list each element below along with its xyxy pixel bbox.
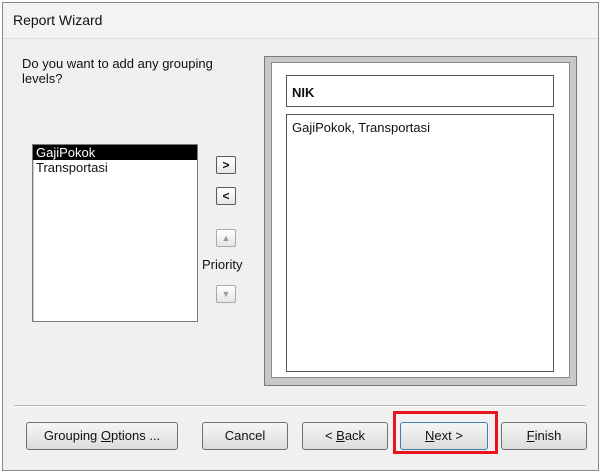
grouping-options-label-a: Grouping	[43, 428, 101, 443]
back-label-a: <	[324, 428, 337, 443]
next-button-highlight	[393, 411, 498, 454]
grouping-prompt: Do you want to add any grouping levels?	[22, 56, 213, 86]
grouping-options-mnemonic: O	[100, 428, 112, 443]
remove-grouping-button[interactable]: <	[216, 187, 236, 205]
field-item-gajipokok[interactable]: GajiPokok	[33, 145, 197, 160]
button-divider	[14, 405, 586, 407]
grouping-options-button[interactable]: Grouping Options ...	[26, 422, 178, 450]
cancel-button[interactable]: Cancel	[202, 422, 288, 450]
back-label-b: ack	[344, 428, 366, 443]
title-bar: Report Wizard	[3, 3, 598, 39]
group-header-box: NIK	[286, 75, 554, 107]
priority-up-icon[interactable]: ▲	[216, 229, 236, 247]
finish-mnemonic: F	[526, 428, 535, 443]
preview-page: NIK GajiPokok, Transportasi	[271, 62, 570, 378]
grouping-preview: NIK GajiPokok, Transportasi	[264, 56, 577, 386]
add-grouping-button[interactable]: >	[216, 156, 236, 174]
priority-label: Priority	[202, 257, 243, 272]
detail-fields-box: GajiPokok, Transportasi	[286, 114, 554, 372]
finish-button[interactable]: Finish	[501, 422, 587, 450]
cancel-label: Cancel	[224, 428, 266, 443]
finish-label-b: inish	[534, 428, 562, 443]
grouping-options-label-b: ptions ...	[111, 428, 161, 443]
back-button[interactable]: < Back	[302, 422, 388, 450]
priority-down-icon[interactable]: ▼	[216, 285, 236, 303]
back-mnemonic: B	[336, 428, 345, 443]
field-item-transportasi[interactable]: Transportasi	[33, 160, 197, 175]
available-fields-list[interactable]: GajiPokok Transportasi	[32, 144, 198, 322]
window-title: Report Wizard	[13, 12, 103, 28]
